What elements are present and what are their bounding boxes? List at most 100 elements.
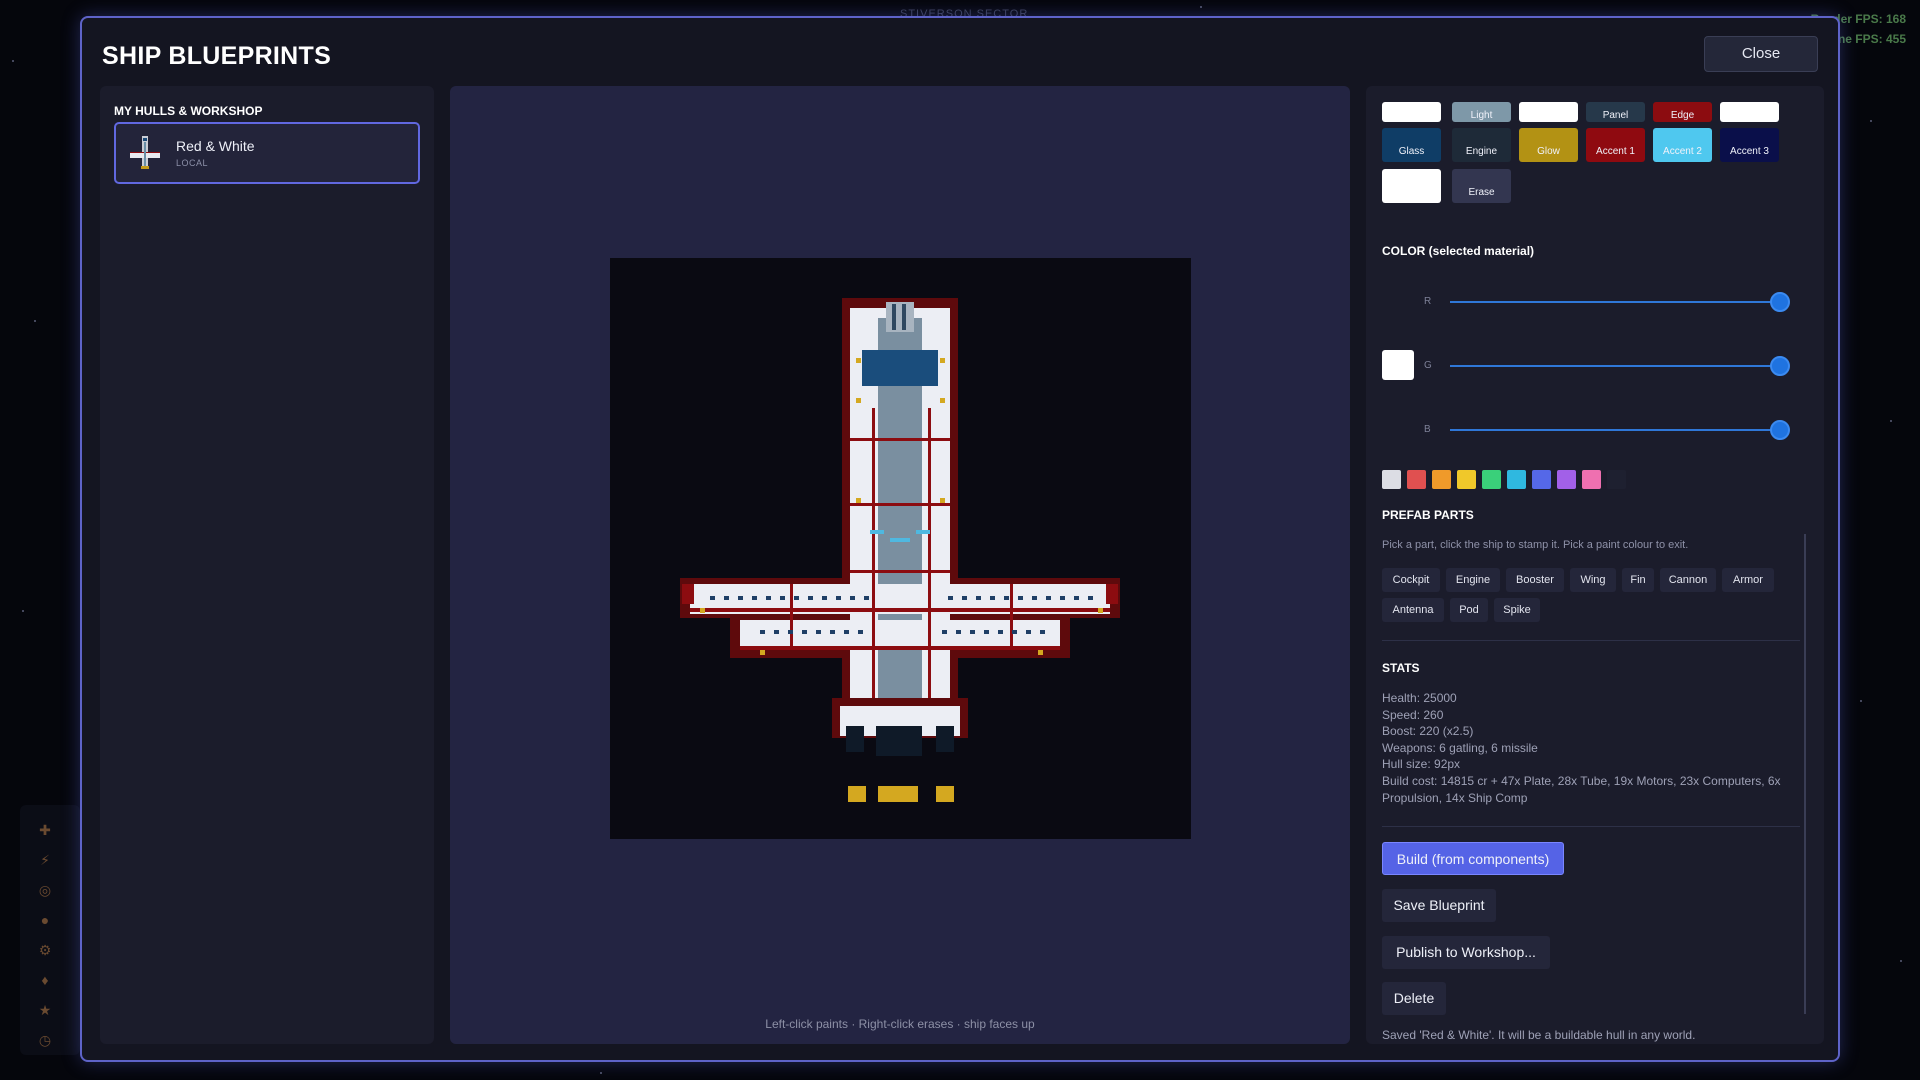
- ship-blueprints-modal: SHIP BLUEPRINTS Close MY HULLS & WORKSHO…: [80, 16, 1840, 1062]
- palette-swatch[interactable]: [1432, 470, 1451, 489]
- part-cannon[interactable]: Cannon: [1660, 568, 1716, 592]
- ship-pixel: [876, 726, 922, 756]
- b-slider-knob[interactable]: [1770, 420, 1790, 440]
- palette-swatch[interactable]: [1407, 470, 1426, 489]
- ship-pixel: [956, 630, 961, 634]
- palette-swatch[interactable]: [1582, 470, 1601, 489]
- material-edge[interactable]: Edge: [1653, 102, 1712, 122]
- part-fin[interactable]: Fin: [1622, 568, 1654, 592]
- material-label: Accent 3: [1730, 146, 1769, 157]
- material-engine[interactable]: Engine: [1452, 128, 1511, 162]
- gear-icon: ⚙: [38, 942, 52, 958]
- target-icon: ◎: [38, 882, 52, 898]
- ship-pixel: [1098, 608, 1103, 613]
- material-white-selected[interactable]: [1382, 169, 1441, 203]
- ship-pixel: [802, 630, 807, 634]
- hulls-header: MY HULLS & WORKSHOP: [114, 104, 263, 118]
- material-white-2[interactable]: [1519, 102, 1578, 122]
- material-light[interactable]: Light: [1452, 102, 1511, 122]
- material-accent-2[interactable]: Accent 2: [1653, 128, 1712, 162]
- ship-pixel: [928, 408, 931, 728]
- ship-paint-canvas[interactable]: [610, 258, 1191, 839]
- tools-panel: Light Panel Edge Glass Engine Glow Accen…: [1366, 86, 1824, 1044]
- part-spike[interactable]: Spike: [1494, 598, 1540, 622]
- palette-swatch[interactable]: [1607, 470, 1626, 489]
- ship-pixel: [856, 498, 861, 503]
- part-engine[interactable]: Engine: [1446, 568, 1500, 592]
- build-button[interactable]: Build (from components): [1382, 842, 1564, 875]
- material-label: Accent 2: [1663, 146, 1702, 157]
- star-icon: ★: [38, 1002, 52, 1018]
- ship-pixel: [1106, 584, 1118, 604]
- material-label: Panel: [1602, 110, 1629, 121]
- ship-pixel: [794, 596, 799, 600]
- coin-icon: ●: [40, 912, 50, 928]
- part-wing[interactable]: Wing: [1570, 568, 1616, 592]
- divider: [1382, 640, 1800, 641]
- ship-pixel: [878, 786, 918, 802]
- material-label: Engine: [1465, 146, 1498, 157]
- ship-pixel: [940, 398, 945, 403]
- ship-pixel: [1046, 596, 1051, 600]
- close-button[interactable]: Close: [1704, 36, 1818, 72]
- ship-pixel: [870, 530, 884, 534]
- ship-pixel: [766, 596, 771, 600]
- prefab-section-label: PREFAB PARTS: [1382, 508, 1474, 522]
- palette-swatch[interactable]: [1457, 470, 1476, 489]
- hull-source: LOCAL: [176, 158, 209, 168]
- material-glass[interactable]: Glass: [1382, 128, 1441, 162]
- stat-speed: Speed: 260: [1382, 708, 1444, 722]
- ship-pixel: [1026, 630, 1031, 634]
- material-accent-3[interactable]: Accent 3: [1720, 128, 1779, 162]
- ship-pixel-art: [680, 298, 1120, 802]
- hull-item-red-white[interactable]: Red & White LOCAL: [114, 122, 420, 184]
- palette-swatch[interactable]: [1532, 470, 1551, 489]
- editor-panel: Left-click paints · Right-click erases ·…: [450, 86, 1350, 1044]
- b-slider[interactable]: [1450, 429, 1780, 431]
- material-white-1[interactable]: [1382, 102, 1441, 122]
- health-icon: ✚: [39, 822, 51, 838]
- ship-pixel: [850, 438, 950, 441]
- status-message: Saved 'Red & White'. It will be a builda…: [1382, 1028, 1696, 1042]
- part-cockpit[interactable]: Cockpit: [1382, 568, 1440, 592]
- part-pod[interactable]: Pod: [1450, 598, 1488, 622]
- ship-pixel: [690, 608, 1110, 612]
- ship-pixel: [780, 596, 785, 600]
- part-antenna[interactable]: Antenna: [1382, 598, 1444, 622]
- palette-swatch[interactable]: [1382, 470, 1401, 489]
- g-label: G: [1424, 360, 1432, 371]
- hull-thumbnail: [124, 132, 166, 174]
- ship-pixel: [1012, 630, 1017, 634]
- palette-swatch[interactable]: [1507, 470, 1526, 489]
- ship-pixel: [858, 630, 863, 634]
- r-slider[interactable]: [1450, 301, 1780, 303]
- ship-pixel: [738, 596, 743, 600]
- palette-swatch[interactable]: [1557, 470, 1576, 489]
- g-slider-knob[interactable]: [1770, 356, 1790, 376]
- stat-build-cost: Build cost: 14815 cr + 47x Plate, 28x Tu…: [1382, 774, 1781, 805]
- ship-pixel: [1040, 630, 1045, 634]
- part-armor[interactable]: Armor: [1722, 568, 1774, 592]
- material-glow[interactable]: Glow: [1519, 128, 1578, 162]
- material-erase[interactable]: Erase: [1452, 169, 1511, 203]
- ship-pixel: [1060, 596, 1065, 600]
- stats-section-label: STATS: [1382, 661, 1420, 675]
- part-booster[interactable]: Booster: [1506, 568, 1564, 592]
- ship-pixel: [984, 630, 989, 634]
- ship-pixel: [902, 304, 906, 330]
- r-slider-knob[interactable]: [1770, 292, 1790, 312]
- palette-swatch[interactable]: [1482, 470, 1501, 489]
- ship-pixel: [710, 596, 715, 600]
- material-panel[interactable]: Panel: [1586, 102, 1645, 122]
- tools-scrollbar[interactable]: [1804, 534, 1806, 1014]
- material-white-3[interactable]: [1720, 102, 1779, 122]
- material-label: Accent 1: [1596, 146, 1635, 157]
- g-slider[interactable]: [1450, 365, 1780, 367]
- material-accent-1[interactable]: Accent 1: [1586, 128, 1645, 162]
- ship-pixel: [856, 358, 861, 363]
- delete-button[interactable]: Delete: [1382, 982, 1446, 1015]
- save-blueprint-button[interactable]: Save Blueprint: [1382, 889, 1496, 922]
- ship-pixel: [844, 630, 849, 634]
- publish-workshop-button[interactable]: Publish to Workshop...: [1382, 936, 1550, 969]
- fire-icon: ♦: [41, 972, 49, 988]
